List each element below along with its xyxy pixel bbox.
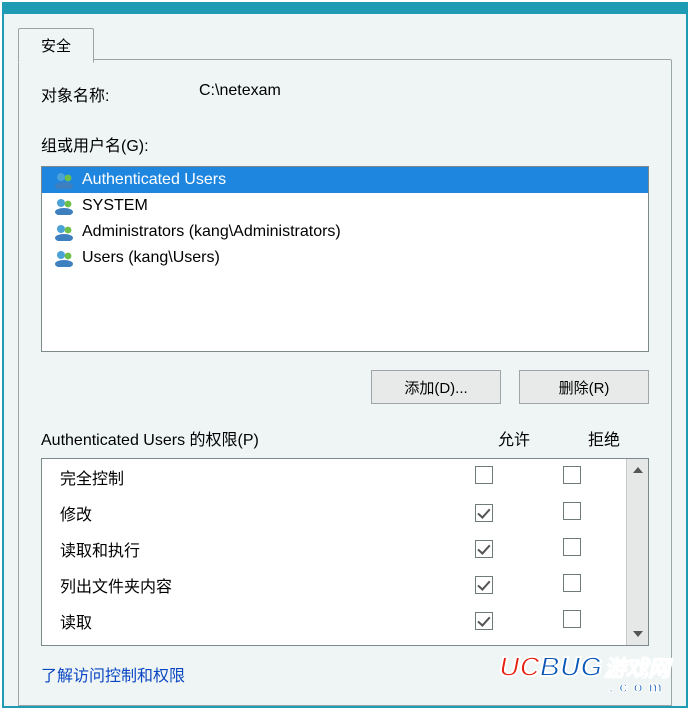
dialog-window: netexam 的权限 安全 对象名称: C:\netexam 组或用户名(G)… xyxy=(2,2,688,708)
scroll-up-icon[interactable] xyxy=(627,459,648,481)
groups-title: 组或用户名(G): xyxy=(41,132,649,156)
tab-security[interactable]: 安全 xyxy=(18,28,94,63)
permission-row: 修改 xyxy=(42,495,626,531)
allow-checkbox[interactable] xyxy=(475,612,493,630)
list-item-label: Users (kang\Users) xyxy=(82,249,220,267)
list-item[interactable]: Administrators (kang\Administrators) xyxy=(42,219,648,245)
deny-checkbox[interactable] xyxy=(563,466,581,484)
list-item-label: Administrators (kang\Administrators) xyxy=(82,223,341,241)
allow-checkbox[interactable] xyxy=(475,540,493,558)
permission-label: 读取 xyxy=(60,609,440,633)
remove-button[interactable]: 删除(R) xyxy=(519,370,649,404)
column-allow: 允许 xyxy=(469,426,559,450)
list-item-label: SYSTEM xyxy=(82,197,148,215)
groups-listbox[interactable]: Authenticated Users SYSTEM Administrator… xyxy=(41,166,649,352)
scroll-down-icon[interactable] xyxy=(627,623,648,645)
users-icon xyxy=(54,171,76,189)
users-icon xyxy=(54,249,76,267)
allow-checkbox[interactable] xyxy=(475,504,493,522)
permissions-rows: 完全控制 修改 读取和执行 列出文件夹内 xyxy=(42,459,626,645)
list-item[interactable]: Users (kang\Users) xyxy=(42,245,648,271)
users-icon xyxy=(54,223,76,241)
users-icon xyxy=(54,197,76,215)
object-name-row: 对象名称: C:\netexam xyxy=(41,82,649,106)
list-item[interactable]: SYSTEM xyxy=(42,193,648,219)
deny-checkbox[interactable] xyxy=(563,538,581,556)
column-deny: 拒绝 xyxy=(559,426,649,450)
scroll-track[interactable] xyxy=(627,481,648,623)
group-buttons-row: 添加(D)... 删除(R) xyxy=(41,370,649,404)
learn-more-link[interactable]: 了解访问控制和权限 xyxy=(41,662,649,686)
permission-label: 列出文件夹内容 xyxy=(60,573,440,597)
deny-checkbox[interactable] xyxy=(563,610,581,628)
allow-checkbox[interactable] xyxy=(475,576,493,594)
permission-row: 读取 xyxy=(42,603,626,639)
permission-label: 完全控制 xyxy=(60,465,440,489)
dialog-content: 安全 对象名称: C:\netexam 组或用户名(G): Authentica… xyxy=(4,14,686,706)
permission-row: 列出文件夹内容 xyxy=(42,567,626,603)
add-button[interactable]: 添加(D)... xyxy=(371,370,501,404)
permission-row: 读取和执行 xyxy=(42,531,626,567)
permission-label: 读取和执行 xyxy=(60,537,440,561)
deny-checkbox[interactable] xyxy=(563,574,581,592)
list-item-label: Authenticated Users xyxy=(82,171,226,189)
tab-strip: 安全 xyxy=(18,28,672,60)
permissions-list: 完全控制 修改 读取和执行 列出文件夹内 xyxy=(41,458,649,646)
object-name-label: 对象名称: xyxy=(41,82,199,106)
permission-label: 修改 xyxy=(60,501,440,525)
object-name-value: C:\netexam xyxy=(199,82,281,106)
permissions-scrollbar[interactable] xyxy=(626,459,648,645)
allow-checkbox[interactable] xyxy=(475,466,493,484)
deny-checkbox[interactable] xyxy=(563,502,581,520)
permissions-header: Authenticated Users 的权限(P) 允许 拒绝 xyxy=(41,426,649,450)
permissions-title: Authenticated Users 的权限(P) xyxy=(41,426,469,450)
titlebar: netexam 的权限 xyxy=(4,4,686,14)
tab-panel-security: 对象名称: C:\netexam 组或用户名(G): Authenticated… xyxy=(18,59,672,706)
list-item[interactable]: Authenticated Users xyxy=(42,167,648,193)
permission-row: 完全控制 xyxy=(42,459,626,495)
